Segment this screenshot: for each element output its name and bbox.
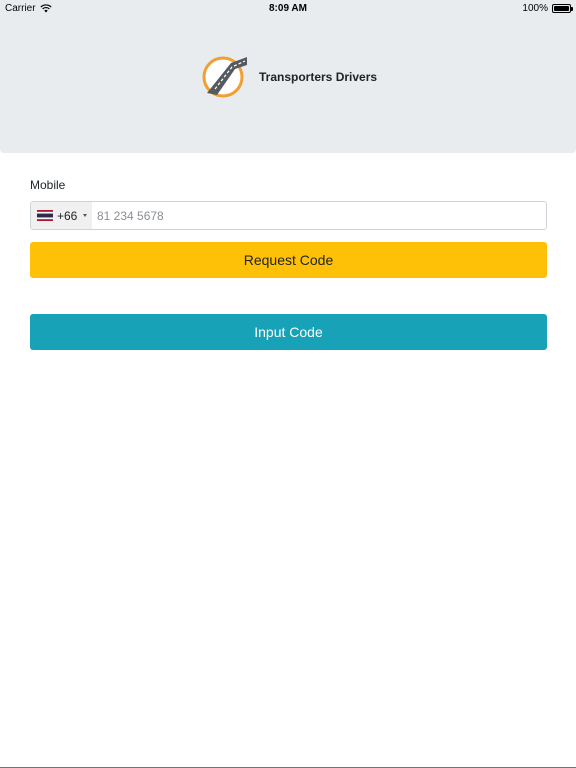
country-code-selector[interactable]: +66 (31, 202, 92, 229)
battery-icon (552, 4, 573, 13)
app-name: Transporters Drivers (259, 70, 378, 84)
header-banner: Transporters Drivers (0, 0, 576, 153)
phone-input-group: +66 (30, 201, 547, 230)
phone-number-input[interactable] (92, 202, 546, 229)
thailand-flag-icon (37, 210, 53, 221)
request-code-button[interactable]: Request Code (30, 242, 547, 278)
mobile-label: Mobile (30, 178, 66, 192)
input-code-button[interactable]: Input Code (30, 314, 547, 350)
clock: 8:09 AM (269, 3, 307, 14)
brand: Transporters Drivers (201, 55, 377, 99)
screen: Transporters Drivers Carrier 8:09 AM 100… (0, 0, 576, 768)
status-right: 100% (522, 3, 573, 14)
road-logo-icon (202, 56, 247, 98)
battery-percent: 100% (522, 3, 548, 14)
chevron-down-icon (83, 214, 88, 217)
status-bar: Carrier 8:09 AM 100% (0, 0, 576, 18)
country-code: +66 (57, 208, 78, 223)
